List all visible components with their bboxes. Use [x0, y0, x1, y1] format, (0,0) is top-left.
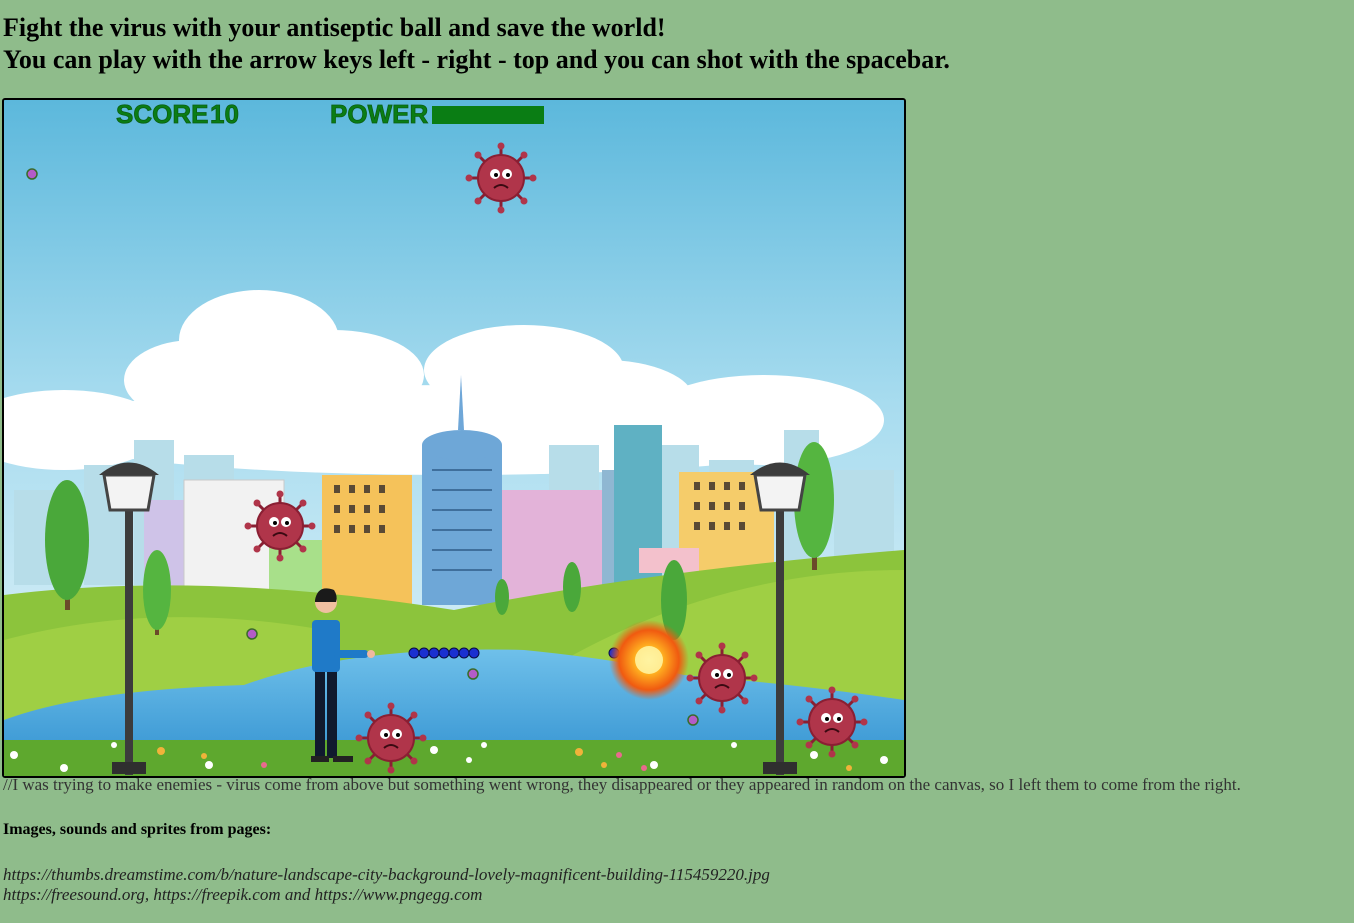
credits-title: Images, sounds and sprites from pages:: [3, 821, 272, 838]
virus-enemy: [243, 489, 317, 563]
credit-link-2: https://freesound.org, https://freepik.c…: [3, 885, 483, 904]
virus-enemy: [354, 701, 428, 775]
score-label: SCORE: [116, 100, 208, 129]
game-canvas[interactable]: SCORE 10 POWER: [2, 98, 906, 778]
power-bar: [432, 106, 544, 124]
score-value: 10: [210, 100, 239, 129]
virus-enemy: [685, 641, 759, 715]
credit-links: https://thumbs.dreamstime.com/b/nature-l…: [3, 865, 770, 905]
virus-enemy: [464, 141, 538, 215]
explosion-effect: [609, 620, 689, 700]
virus-enemy: [795, 685, 869, 759]
page-heading: Fight the virus with your antiseptic bal…: [3, 12, 950, 76]
heading-line-2: You can play with the arrow keys left - …: [3, 45, 950, 74]
power-label: POWER: [330, 100, 428, 129]
developer-note: //I was trying to make enemies - virus c…: [3, 775, 1241, 794]
heading-line-1: Fight the virus with your antiseptic bal…: [3, 13, 666, 42]
credit-link-1: https://thumbs.dreamstime.com/b/nature-l…: [3, 865, 770, 884]
